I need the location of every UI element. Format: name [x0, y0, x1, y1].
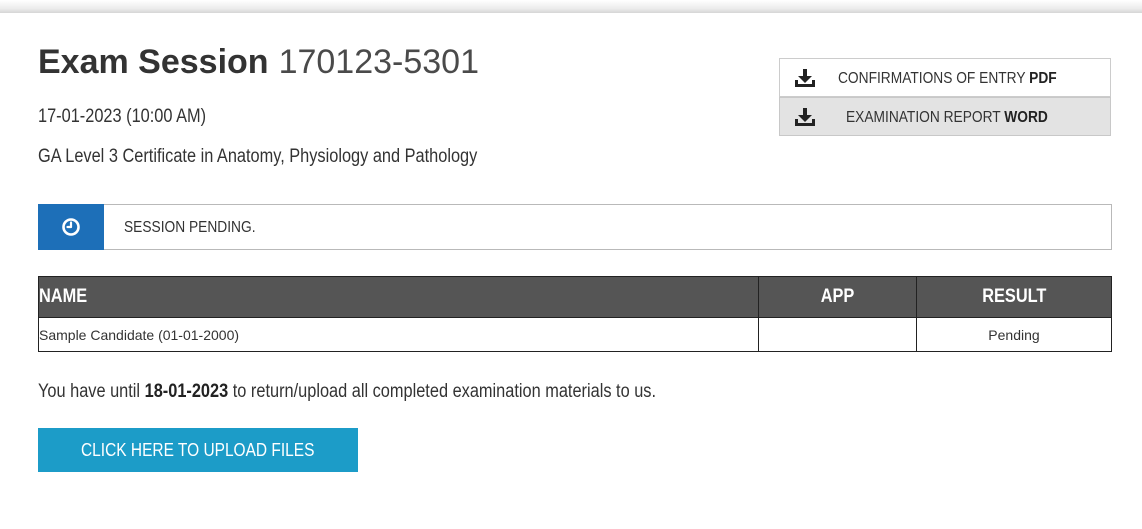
table-row: Sample Candidate (01-01-2000) Pending	[38, 317, 1112, 352]
page-title: Exam Session 170123-5301	[38, 42, 479, 82]
candidate-app-cell	[758, 317, 917, 352]
session-status-banner: SESSION PENDING.	[38, 204, 1112, 250]
status-icon-box	[38, 204, 104, 250]
column-header-result: RESULT	[916, 276, 1112, 318]
deadline-suffix: to return/upload all completed examinati…	[232, 381, 657, 402]
deadline-prefix: You have until	[38, 381, 141, 402]
candidate-name-cell: Sample Candidate (01-01-2000)	[38, 317, 759, 352]
confirmations-of-entry-pdf-button[interactable]: CONFIRMATIONS OF ENTRY PDF	[779, 58, 1111, 97]
session-datetime-text: 17-01-2023 (10:00 AM)	[38, 106, 207, 127]
examination-report-label: EXAMINATION REPORT WORD	[846, 109, 1048, 126]
candidates-table: NAME APP RESULT Sample Candidate (01-01-…	[38, 276, 1112, 352]
examination-report-word-button[interactable]: EXAMINATION REPORT WORD	[779, 97, 1111, 136]
table-header-row: NAME APP RESULT	[38, 276, 1112, 318]
clock-icon	[62, 218, 80, 236]
upload-files-label: CLICK HERE TO UPLOAD FILES	[81, 440, 315, 460]
session-status-text: SESSION PENDING.	[124, 219, 256, 236]
confirmations-of-entry-label: CONFIRMATIONS OF ENTRY PDF	[838, 70, 1057, 87]
candidate-result-cell: Pending	[916, 317, 1112, 352]
column-header-app: APP	[758, 276, 917, 318]
course-name-text: GA Level 3 Certificate in Anatomy, Physi…	[38, 146, 478, 167]
session-id: 170123-5301	[278, 43, 479, 81]
session-datetime: 17-01-2023 (10:00 AM)	[38, 105, 233, 129]
download-icon	[795, 69, 815, 87]
page-title-label: Exam Session	[38, 43, 269, 81]
upload-files-button[interactable]: CLICK HERE TO UPLOAD FILES	[38, 428, 358, 472]
upload-deadline-notice: You have until 18-01-2023 to return/uplo…	[38, 380, 757, 404]
top-bar	[0, 0, 1142, 13]
deadline-date: 18-01-2023	[144, 381, 229, 402]
column-header-name: NAME	[38, 276, 759, 318]
download-icon	[795, 108, 815, 126]
course-name: GA Level 3 Certificate in Anatomy, Physi…	[38, 145, 549, 169]
